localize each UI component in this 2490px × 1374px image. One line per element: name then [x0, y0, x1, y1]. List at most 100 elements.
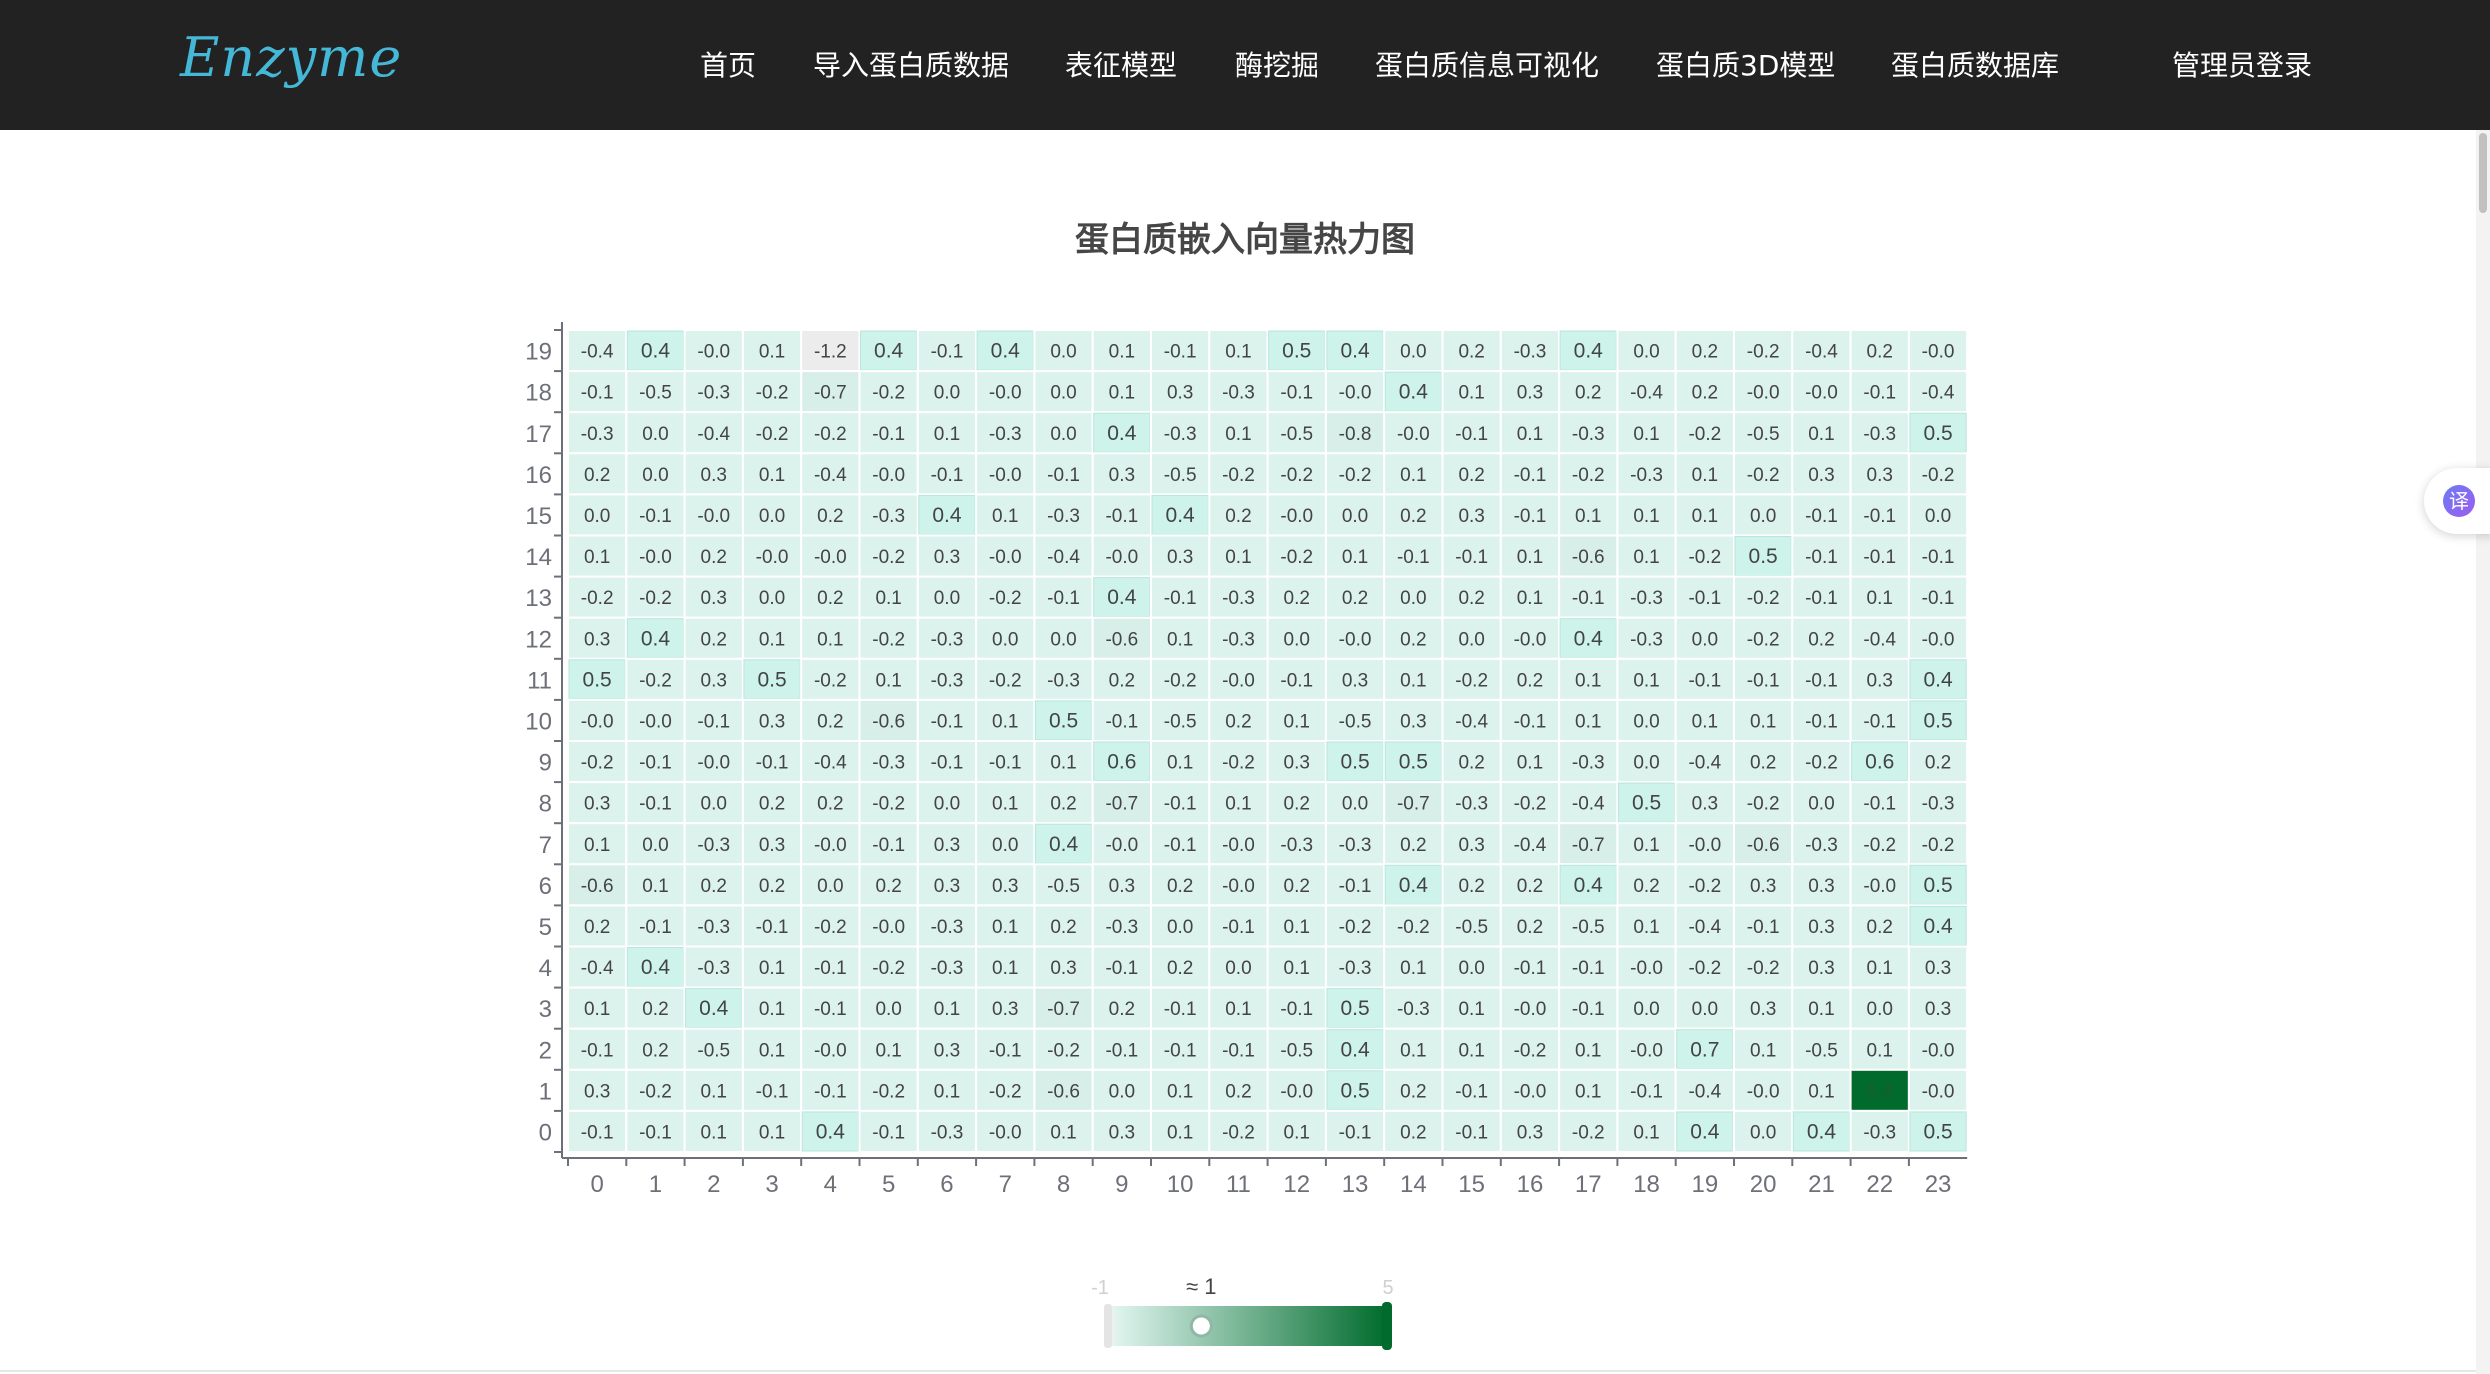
- heatmap-cell-label: 0.1: [1517, 753, 1543, 774]
- y-axis-tick-label: 16: [525, 462, 552, 489]
- heatmap-cell-label: 0.2: [701, 629, 727, 650]
- heatmap-cell-label: -0.2: [989, 1081, 1022, 1102]
- heatmap-cell-label: 0.1: [1458, 999, 1484, 1020]
- heatmap-cell-label: -0.3: [1630, 465, 1663, 486]
- heatmap-cell-label: 0.3: [1808, 465, 1834, 486]
- x-axis-tick-label: 4: [824, 1171, 837, 1198]
- x-axis-tick-label: 14: [1400, 1171, 1427, 1198]
- heatmap-cell-label: -0.3: [1572, 753, 1605, 774]
- x-axis-tick-label: 20: [1750, 1171, 1777, 1198]
- heatmap-cell-label: -0.1: [931, 711, 964, 732]
- heatmap-cell-label: -0.2: [639, 670, 672, 691]
- heatmap-cell-label: 0.4: [641, 956, 671, 979]
- x-axis-tick-label: 21: [1808, 1171, 1835, 1198]
- heatmap-cell-label: -0.3: [1222, 629, 1255, 650]
- heatmap-cell-label: -0.3: [697, 917, 730, 938]
- heatmap-cell-label: 0.1: [1225, 424, 1251, 445]
- heatmap-cell-label: -0.1: [1339, 1122, 1372, 1143]
- heatmap-cell-label: 0.3: [584, 1081, 610, 1102]
- heatmap-cell-label: 0.4: [1690, 1120, 1720, 1143]
- heatmap-cell-label: 0.1: [992, 506, 1018, 527]
- heatmap-cell-label: 0.4: [1923, 668, 1953, 691]
- heatmap-cell-label: 0.3: [1517, 1122, 1543, 1143]
- heatmap-cell-label: -0.1: [1164, 1040, 1197, 1061]
- heatmap-cell-label: 0.3: [1400, 711, 1426, 732]
- heatmap-cell-label: 0.1: [1633, 547, 1659, 568]
- heatmap-cell-label: -0.2: [581, 588, 614, 609]
- heatmap-cell-label: -0.1: [639, 1122, 672, 1143]
- heatmap-cell-label: 0.0: [1167, 917, 1193, 938]
- heatmap-cell-label: -0.1: [1339, 876, 1372, 897]
- heatmap-cell-label: -0.2: [1164, 670, 1197, 691]
- heatmap-cell-label: -0.8: [1339, 424, 1372, 445]
- heatmap-cell-label: 0.2: [1458, 342, 1484, 363]
- heatmap-cell-label: 0.1: [1867, 588, 1893, 609]
- heatmap-cell-label: -0.2: [1280, 465, 1313, 486]
- heatmap-cell-label: -0.2: [1514, 1040, 1547, 1061]
- heatmap-cell-label: -0.0: [989, 1122, 1022, 1143]
- heatmap-cell-label: 0.0: [1050, 629, 1076, 650]
- heatmap-cell-label: -0.1: [1805, 670, 1838, 691]
- heatmap-cell-label: 0.2: [701, 876, 727, 897]
- heatmap-cell-label: 0.1: [1284, 711, 1310, 732]
- heatmap-cell-label: -0.0: [1397, 424, 1430, 445]
- heatmap-cell-label: 0.3: [934, 1040, 960, 1061]
- heatmap-cell-label: -0.4: [1047, 547, 1080, 568]
- heatmap-cell-label: 0.2: [1400, 629, 1426, 650]
- heatmap-cell-label: 0.2: [1692, 383, 1718, 404]
- heatmap-cell-label: 0.3: [1167, 547, 1193, 568]
- heatmap-cell-label: 0.4: [1107, 422, 1137, 445]
- heatmap-cell-label: -0.4: [1922, 383, 1955, 404]
- y-axis-tick-label: 17: [525, 421, 552, 448]
- x-axis-tick-label: 18: [1633, 1171, 1660, 1198]
- heatmap-cell-label: -0.3: [989, 424, 1022, 445]
- heatmap-cell-label: -0.0: [1688, 835, 1721, 856]
- heatmap-cell-label: 0.1: [1167, 629, 1193, 650]
- heatmap-cell-label: 0.2: [1284, 794, 1310, 815]
- heatmap-cell-label: -0.2: [1514, 794, 1547, 815]
- x-axis-tick-label: 6: [940, 1171, 953, 1198]
- heatmap-cell-label: -0.1: [1572, 588, 1605, 609]
- heatmap-cell-label: -0.1: [1222, 1040, 1255, 1061]
- heatmap-cell-label: -0.0: [756, 547, 789, 568]
- heatmap-cell-label: -0.2: [989, 670, 1022, 691]
- heatmap-cell-label: -0.6: [581, 876, 614, 897]
- heatmap-cell-label: 0.1: [1225, 999, 1251, 1020]
- heatmap-cell-label: -0.6: [1047, 1081, 1080, 1102]
- heatmap-cell-label: 0.0: [1050, 424, 1076, 445]
- heatmap-cell-label: -0.1: [697, 711, 730, 732]
- heatmap-cell-label: 0.1: [759, 629, 785, 650]
- heatmap-cell-label: 0.1: [875, 1040, 901, 1061]
- heatmap-cell-label: 0.1: [1633, 424, 1659, 445]
- heatmap-cell-label: -0.3: [872, 753, 905, 774]
- heatmap-cell-label: -0.5: [1164, 465, 1197, 486]
- visual-map-max-label: 5: [1382, 1277, 1393, 1299]
- heatmap-cell-label: 0.2: [1225, 506, 1251, 527]
- heatmap-cell-label: 0.3: [1692, 794, 1718, 815]
- heatmap-cell-label: 0.0: [934, 383, 960, 404]
- heatmap-cell-label: -0.1: [639, 794, 672, 815]
- heatmap-cell-label: 0.0: [642, 465, 668, 486]
- heatmap-cell-label: 0.3: [1867, 670, 1893, 691]
- heatmap-cell-label: -0.3: [581, 424, 614, 445]
- heatmap-cell-label: 0.3: [759, 835, 785, 856]
- heatmap-cell-label: 0.0: [1633, 342, 1659, 363]
- heatmap-cell-label: 0.2: [1575, 383, 1601, 404]
- heatmap-cell-label: 0.0: [1925, 506, 1951, 527]
- heatmap-cell-label: -0.2: [872, 958, 905, 979]
- heatmap-cell-label: -0.1: [989, 753, 1022, 774]
- heatmap-cell-label: -0.2: [814, 670, 847, 691]
- heatmap-cell-label: -0.7: [1047, 999, 1080, 1020]
- heatmap-cell-label: -0.0: [1222, 876, 1255, 897]
- heatmap-cell-label: 0.1: [584, 999, 610, 1020]
- heatmap-cell-label: 0.5: [1340, 1079, 1369, 1102]
- heatmap-cell-label: 0.3: [1750, 876, 1776, 897]
- heatmap-cell-label: -0.2: [1747, 958, 1780, 979]
- visual-map-indicator-handle[interactable]: [1189, 1314, 1213, 1338]
- heatmap-cell-label: 0.1: [934, 1081, 960, 1102]
- y-axis-tick-label: 11: [527, 667, 552, 694]
- heatmap-cell-label: 0.1: [1167, 753, 1193, 774]
- heatmap-cell-label: 0.1: [1167, 1122, 1193, 1143]
- heatmap-cell-label: 0.2: [1400, 506, 1426, 527]
- heatmap-cell-label: 0.1: [934, 424, 960, 445]
